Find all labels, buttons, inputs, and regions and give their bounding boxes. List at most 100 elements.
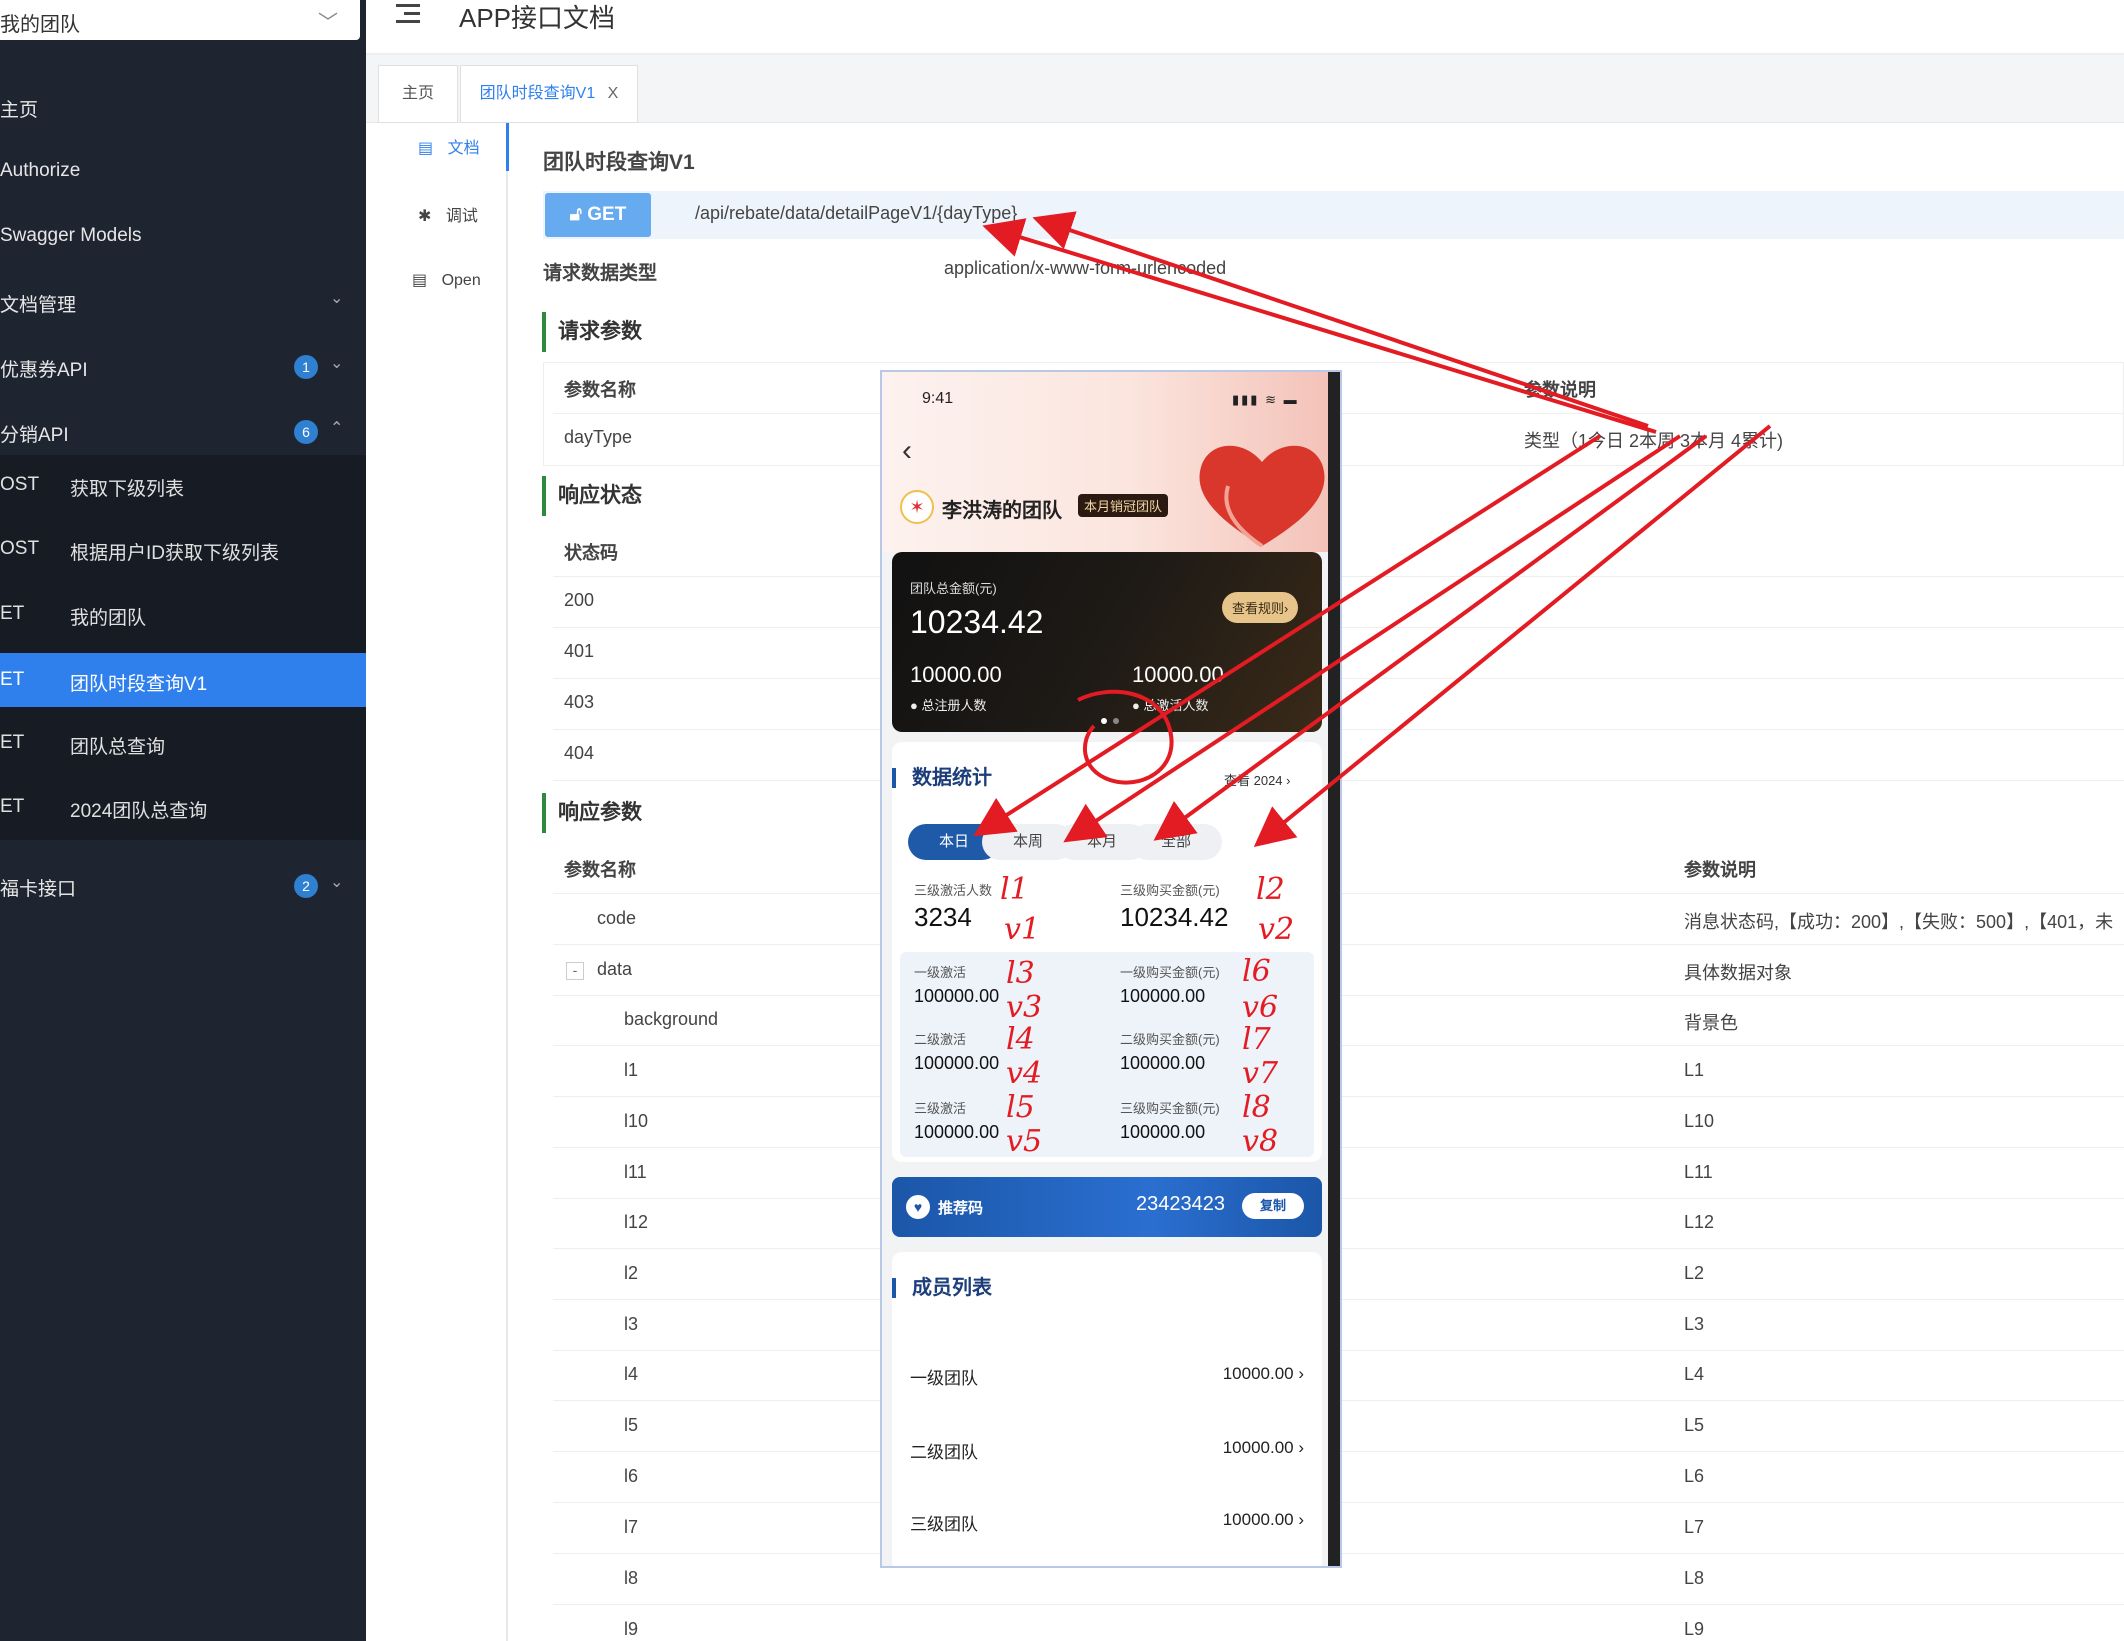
- resp-param-desc: L1: [1684, 1060, 1705, 1080]
- doc-menu-active-indicator: [506, 123, 509, 171]
- resp-param-desc: 具体数据对象: [1684, 963, 1792, 983]
- http-method: ET: [0, 669, 25, 690]
- sidebar-item-swagger-models[interactable]: Swagger Models: [0, 205, 366, 269]
- stat-label: 三级购买金额(元): [1120, 883, 1220, 898]
- status-code: 404: [564, 743, 595, 763]
- table-header: 参数名称: [564, 380, 636, 400]
- stat-value: 100000.00: [1120, 1122, 1206, 1142]
- sidebar-item-home[interactable]: 主页: [0, 75, 366, 139]
- stats-title: 数据统计: [892, 768, 992, 788]
- resp-param-name: l8: [624, 1568, 639, 1588]
- doc-menu-debug[interactable]: ✱ 调试: [418, 202, 478, 226]
- sidebar-item-authorize[interactable]: Authorize: [0, 140, 366, 204]
- sidebar-subitem[interactable]: OST 获取下级列表: [0, 458, 366, 512]
- view-year-link[interactable]: 查看 2024 ›: [1224, 770, 1290, 789]
- member-row[interactable]: 三级团队 10000.00 ›: [892, 1490, 1322, 1550]
- resp-param-name: l9: [624, 1619, 639, 1639]
- annotation-label: l5: [1006, 1090, 1035, 1125]
- annotation-label: v7: [1242, 1056, 1279, 1091]
- stat-label: 二级购买金额(元): [1120, 1032, 1220, 1047]
- chevron-down-icon: ⌄: [330, 355, 344, 372]
- team-select[interactable]: 我的团队 ﹀: [0, 0, 360, 40]
- file-icon: ▤: [412, 272, 428, 289]
- member-row[interactable]: 二级团队 10000.00 ›: [892, 1418, 1322, 1478]
- stat-value: 100000.00: [1120, 1053, 1206, 1073]
- status-code: 401: [564, 641, 595, 661]
- stat-value: 100000.00: [914, 986, 1000, 1006]
- api-title: 团队时段查询V1: [543, 151, 695, 174]
- doc-menu-doc[interactable]: ▤ 文档: [418, 134, 480, 158]
- sidebar-item-label: 优惠券API: [0, 360, 88, 381]
- param-desc: 类型（1今日 2本周 3本月 4累计): [1524, 431, 1784, 451]
- referral-label: 推荐码: [938, 1200, 984, 1217]
- http-method: ET: [0, 796, 25, 817]
- total-value: 10234.42: [910, 604, 1044, 640]
- chevron-down-icon: ﹀: [318, 12, 338, 34]
- resp-param-desc: L10: [1684, 1111, 1715, 1131]
- members-card: 成员列表 一级团队 10000.00 › 二级团队 10000.00 › 三级团…: [892, 1252, 1322, 1566]
- sidebar-subitem[interactable]: ET 我的团队: [0, 587, 366, 641]
- back-arrow-icon[interactable]: ‹: [902, 434, 912, 468]
- resp-param-name: l11: [624, 1162, 647, 1182]
- top-header: APP接口文档: [366, 0, 2124, 55]
- method-label: GET: [587, 204, 627, 225]
- member-row[interactable]: 一级团队 10000.00 ›: [892, 1344, 1322, 1404]
- stat-label: 三级激活: [914, 1101, 967, 1116]
- sidebar-subitem[interactable]: OST 根据用户ID获取下级列表: [0, 522, 366, 576]
- http-method: ET: [0, 603, 25, 624]
- collapse-toggle[interactable]: -: [566, 962, 584, 980]
- annotation-label: l7: [1242, 1022, 1271, 1057]
- stat-label: 三级购买金额(元): [1120, 1101, 1220, 1116]
- sidebar-subitem-label: 团队时段查询V1: [70, 674, 208, 695]
- annotation-label: v3: [1006, 990, 1043, 1025]
- tab-home[interactable]: 主页: [378, 65, 458, 123]
- sidebar-subitem-active[interactable]: ET 团队时段查询V1: [0, 653, 366, 707]
- sidebar-subitem[interactable]: ET 团队总查询: [0, 716, 366, 770]
- document-icon: ▤: [418, 140, 434, 157]
- member-value: 10000.00 ›: [1222, 1438, 1304, 1457]
- team-badge: 本月销冠团队: [1078, 494, 1169, 517]
- request-type-label: 请求数据类型: [543, 263, 658, 284]
- menu-fold-icon[interactable]: [396, 0, 424, 28]
- phone-clock: 9:41: [922, 390, 954, 407]
- doc-menu-open[interactable]: ▤ Open: [412, 270, 481, 290]
- chevron-down-icon: ⌄: [330, 290, 344, 307]
- tab-team-period-query[interactable]: 团队时段查询V1 X: [460, 65, 638, 123]
- request-type-value: application/x-www-form-urlencoded: [944, 258, 1227, 278]
- stat-label: 三级激活人数: [914, 883, 993, 898]
- resp-param-name: data: [597, 959, 633, 979]
- view-rules-button[interactable]: 查看规则›: [1222, 592, 1299, 623]
- table-header: 参数说明: [1684, 860, 1756, 880]
- tab-bar: 主页 团队时段查询V1 X: [366, 55, 2124, 123]
- status-code: 200: [564, 590, 595, 610]
- doc-menu-label: Open: [441, 272, 481, 289]
- resp-param-desc: L12: [1684, 1212, 1715, 1232]
- sidebar-item-label: Authorize: [0, 160, 81, 181]
- close-icon[interactable]: X: [608, 85, 619, 102]
- annotation-label: v2: [1258, 912, 1295, 947]
- method-badge: 🔓︎ GET: [545, 193, 651, 237]
- copy-button[interactable]: 复制: [1242, 1193, 1304, 1219]
- sidebar-subitem-label: 团队总查询: [70, 737, 166, 758]
- resp-param-name: background: [624, 1009, 719, 1029]
- endpoint-row: 🔓︎ GET /api/rebate/data/detailPageV1/{da…: [543, 191, 2124, 239]
- member-value: 10000.00 ›: [1222, 1510, 1304, 1529]
- table-header: 参数名称: [564, 860, 636, 880]
- heart-icon: ♥: [906, 1195, 930, 1219]
- sidebar-item-coupon-api[interactable]: 优惠券API 1 ⌄: [0, 335, 366, 399]
- period-all[interactable]: 全部: [1130, 824, 1222, 860]
- resp-param-desc: L11: [1684, 1162, 1713, 1182]
- tab-label: 主页: [401, 85, 434, 102]
- team-logo: ✶: [900, 490, 934, 524]
- stat-value: 3234: [914, 902, 972, 932]
- resp-param-desc: L4: [1684, 1364, 1705, 1384]
- sidebar-item-doc-management[interactable]: 文档管理 ⌄: [0, 270, 366, 334]
- activate-label: ● 总激活人数: [1132, 698, 1209, 713]
- stat-label: 一级激活: [914, 965, 967, 980]
- bug-icon: ✱: [418, 208, 432, 225]
- resp-param-desc: 背景色: [1684, 1013, 1738, 1033]
- total-label: 团队总金额(元): [910, 581, 997, 596]
- annotation-label: v8: [1242, 1124, 1279, 1159]
- sidebar-subitem[interactable]: ET 2024团队总查询: [0, 780, 366, 834]
- sidebar-item-fuka-api[interactable]: 福卡接口 2 ⌄: [0, 854, 366, 918]
